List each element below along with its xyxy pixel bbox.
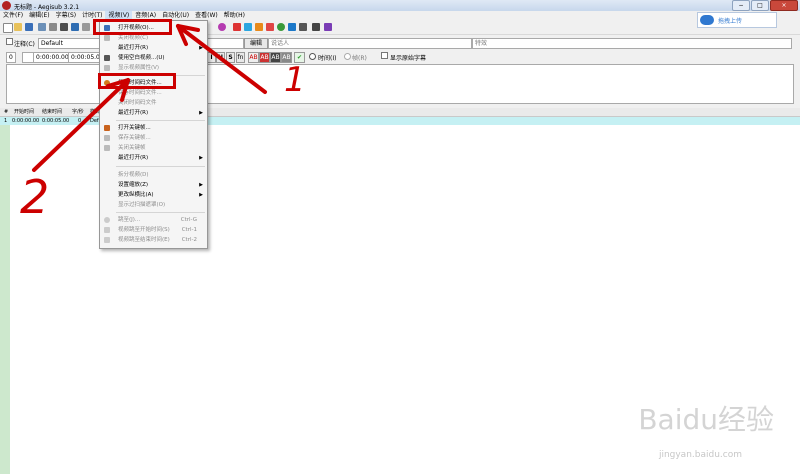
step-1-label: 1 [284, 60, 306, 100]
arrow-1-icon [176, 24, 267, 94]
watermark-url: jingyan.baidu.com [658, 450, 742, 460]
watermark: Baidu经验 [638, 403, 774, 436]
step-2-label: 2 [20, 170, 50, 224]
arrow-2-icon [32, 78, 130, 172]
